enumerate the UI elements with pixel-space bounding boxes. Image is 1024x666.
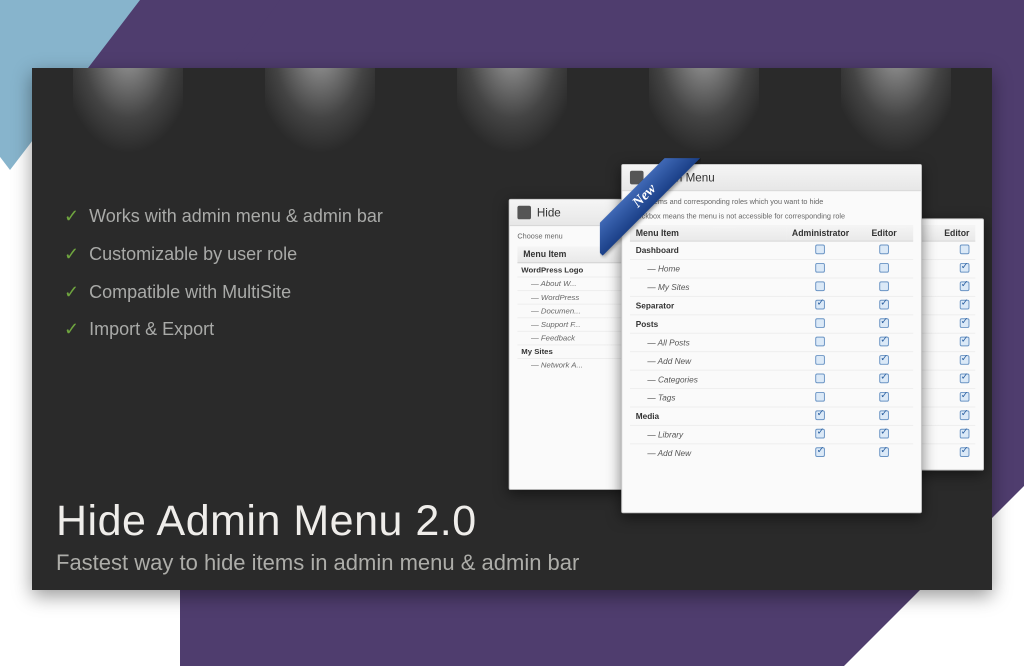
checkbox[interactable] bbox=[879, 447, 889, 457]
checkbox[interactable] bbox=[879, 263, 889, 273]
checkbox[interactable] bbox=[816, 410, 826, 420]
checkbox[interactable] bbox=[816, 392, 826, 402]
table-row bbox=[915, 389, 975, 407]
cell-label: — All Posts bbox=[630, 333, 786, 351]
checkbox[interactable] bbox=[816, 429, 826, 439]
promo-banner: ✓ Works with admin menu & admin bar ✓ Custo… bbox=[32, 68, 992, 590]
table-row bbox=[915, 370, 975, 388]
checkbox[interactable] bbox=[816, 263, 826, 273]
feature-item: ✓ Customizable by user role bbox=[64, 236, 383, 274]
checkbox[interactable] bbox=[879, 374, 889, 384]
cell-label: Posts bbox=[630, 315, 786, 333]
col-admin: Administrator bbox=[786, 225, 855, 241]
table-row: Separator bbox=[630, 296, 913, 314]
banner-subtitle: Fastest way to hide items in admin menu … bbox=[56, 550, 579, 576]
col-editor: Editor bbox=[915, 225, 975, 241]
checkbox[interactable] bbox=[879, 300, 889, 310]
table-row bbox=[915, 444, 975, 462]
table-row bbox=[915, 296, 975, 314]
checkbox[interactable] bbox=[960, 429, 970, 439]
table-row bbox=[915, 278, 975, 296]
checkbox[interactable] bbox=[960, 447, 970, 457]
dialog-stack: Hide Choose menu Menu Item WordPress Log… bbox=[509, 164, 984, 521]
banner-title: Hide Admin Menu 2.0 bbox=[56, 497, 477, 546]
feature-label: Compatible with MultiSite bbox=[89, 274, 291, 312]
cell-label: — Home bbox=[630, 260, 786, 278]
check-icon: ✓ bbox=[64, 311, 79, 349]
checkbox[interactable] bbox=[879, 245, 889, 255]
gear-icon bbox=[517, 206, 531, 220]
checkbox[interactable] bbox=[816, 355, 826, 365]
feature-label: Import & Export bbox=[89, 311, 214, 349]
table-row: Posts bbox=[630, 315, 913, 333]
check-icon: ✓ bbox=[64, 198, 79, 236]
checkbox[interactable] bbox=[816, 281, 826, 291]
check-icon: ✓ bbox=[64, 274, 79, 312]
checkbox[interactable] bbox=[879, 410, 889, 420]
checkbox[interactable] bbox=[879, 429, 889, 439]
dialog-title: Hide bbox=[537, 206, 561, 220]
table-row bbox=[915, 352, 975, 370]
checkbox[interactable] bbox=[816, 300, 826, 310]
checkbox[interactable] bbox=[816, 245, 826, 255]
checkbox[interactable] bbox=[879, 392, 889, 402]
checkbox[interactable] bbox=[816, 337, 826, 347]
table-row bbox=[915, 425, 975, 443]
cell-label: — My Sites bbox=[630, 278, 786, 296]
checkbox[interactable] bbox=[816, 374, 826, 384]
checkbox[interactable] bbox=[960, 337, 970, 347]
cell-label: — Add New bbox=[630, 444, 786, 462]
checkbox[interactable] bbox=[960, 374, 970, 384]
table-row: — My Sites bbox=[630, 278, 913, 296]
checkbox[interactable] bbox=[879, 355, 889, 365]
checkbox[interactable] bbox=[960, 392, 970, 402]
table-row: — Add New bbox=[630, 352, 913, 370]
cell-label: — Categories bbox=[630, 370, 786, 388]
cell-label: Separator bbox=[630, 296, 786, 314]
checkbox[interactable] bbox=[816, 318, 826, 328]
table-row bbox=[915, 241, 975, 259]
ribbon-label: New bbox=[600, 158, 701, 256]
cell-label: — Library bbox=[630, 425, 786, 443]
feature-item: ✓ Import & Export bbox=[64, 311, 383, 349]
check-icon: ✓ bbox=[64, 236, 79, 274]
table-row: — Add New bbox=[630, 444, 913, 462]
checkbox[interactable] bbox=[879, 318, 889, 328]
feature-item: ✓ Works with admin menu & admin bar bbox=[64, 198, 383, 236]
checkbox[interactable] bbox=[960, 300, 970, 310]
table-row bbox=[915, 333, 975, 351]
table-row: — Home bbox=[630, 260, 913, 278]
table-row: — All Posts bbox=[630, 333, 913, 351]
checkbox[interactable] bbox=[816, 447, 826, 457]
table-row: — Categories bbox=[630, 370, 913, 388]
back-right-rows bbox=[915, 241, 975, 462]
table-row bbox=[915, 315, 975, 333]
checkbox[interactable] bbox=[960, 263, 970, 273]
new-ribbon: New bbox=[600, 158, 701, 259]
cell-label: Media bbox=[630, 407, 786, 425]
table-row: — Tags bbox=[630, 389, 913, 407]
cell-label: — Tags bbox=[630, 389, 786, 407]
checkbox[interactable] bbox=[960, 245, 970, 255]
checkbox[interactable] bbox=[960, 281, 970, 291]
feature-list: ✓ Works with admin menu & admin bar ✓ Custo… bbox=[64, 198, 383, 349]
checkbox[interactable] bbox=[879, 337, 889, 347]
col-editor: Editor bbox=[855, 225, 913, 241]
cell-label: — Add New bbox=[630, 352, 786, 370]
checkbox[interactable] bbox=[960, 410, 970, 420]
feature-item: ✓ Compatible with MultiSite bbox=[64, 274, 383, 312]
checkbox[interactable] bbox=[960, 318, 970, 328]
feature-label: Customizable by user role bbox=[89, 236, 297, 274]
table-row: — Library bbox=[630, 425, 913, 443]
table-row: Media bbox=[630, 407, 913, 425]
feature-label: Works with admin menu & admin bar bbox=[89, 198, 383, 236]
checkbox[interactable] bbox=[879, 281, 889, 291]
checkbox[interactable] bbox=[960, 355, 970, 365]
table-row bbox=[915, 260, 975, 278]
table-row bbox=[915, 407, 975, 425]
main-rows: Dashboard— Home— My SitesSeparatorPosts—… bbox=[630, 241, 913, 462]
